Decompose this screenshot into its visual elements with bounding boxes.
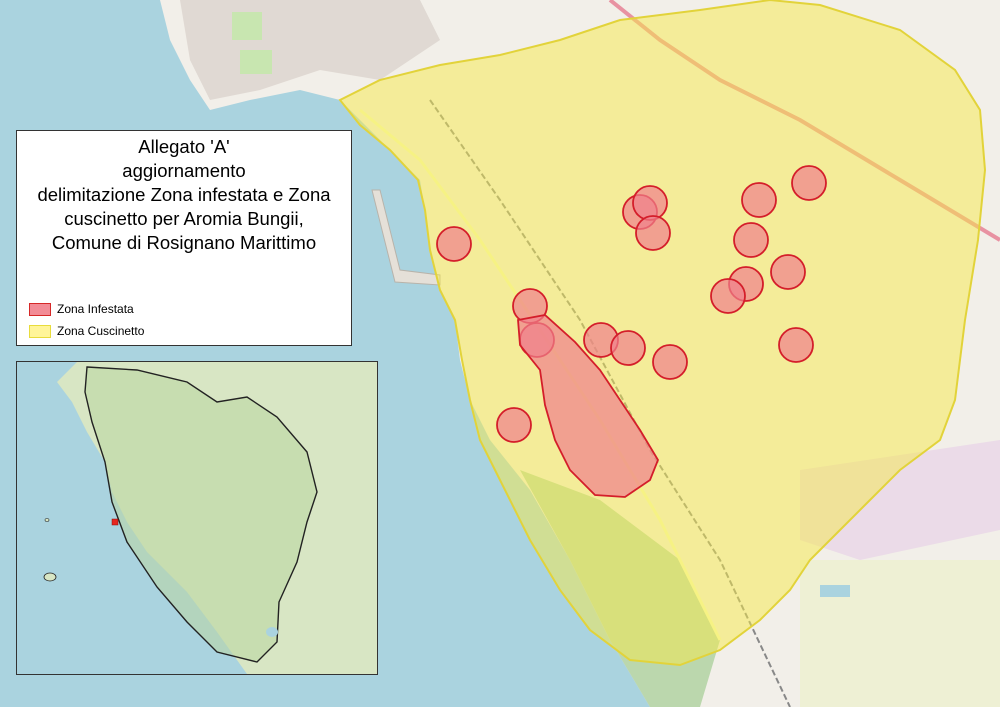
inset-island (44, 518, 50, 522)
infested-circle (741, 182, 777, 218)
water-basin (820, 585, 850, 597)
title-line: Allegato 'A' (138, 136, 230, 157)
inset-island (43, 572, 57, 582)
inset-canvas (17, 362, 377, 674)
title-line: cuscinetto per Aromia Bungii, (64, 208, 304, 229)
infested-circle (710, 278, 746, 314)
legend: Zona Infestata Zona Cuscinetto (29, 299, 144, 343)
infested-circle (635, 215, 671, 251)
legend-label: Zona Infestata (57, 302, 134, 316)
infested-circle (791, 165, 827, 201)
infested-circle (496, 407, 532, 443)
legend-item-buffer: Zona Cuscinetto (29, 321, 144, 341)
legend-label: Zona Cuscinetto (57, 324, 145, 338)
title-line: Comune di Rosignano Marittimo (51, 232, 317, 253)
farmland (800, 560, 1000, 707)
infested-circle (610, 330, 646, 366)
map-title: Allegato 'A' aggiornamento delimitazione… (17, 135, 351, 255)
park-north-2 (240, 50, 272, 74)
infested-circle (778, 327, 814, 363)
locator-inset-map[interactable] (16, 361, 378, 675)
infested-circle (632, 185, 668, 221)
title-panel: Allegato 'A' aggiornamento delimitazione… (16, 130, 352, 346)
infested-circle (770, 254, 806, 290)
infested-circle (436, 226, 472, 262)
infested-circle (733, 222, 769, 258)
inset-lake (266, 627, 278, 637)
infested-circle (652, 344, 688, 380)
park-north (232, 12, 262, 40)
title-line: delimitazione Zona infestata e Zona (37, 184, 331, 205)
title-line: aggiornamento (122, 160, 246, 181)
legend-swatch-infested (29, 302, 51, 316)
legend-item-infested: Zona Infestata (29, 299, 144, 319)
legend-swatch-buffer (29, 324, 51, 338)
location-marker (111, 518, 119, 526)
